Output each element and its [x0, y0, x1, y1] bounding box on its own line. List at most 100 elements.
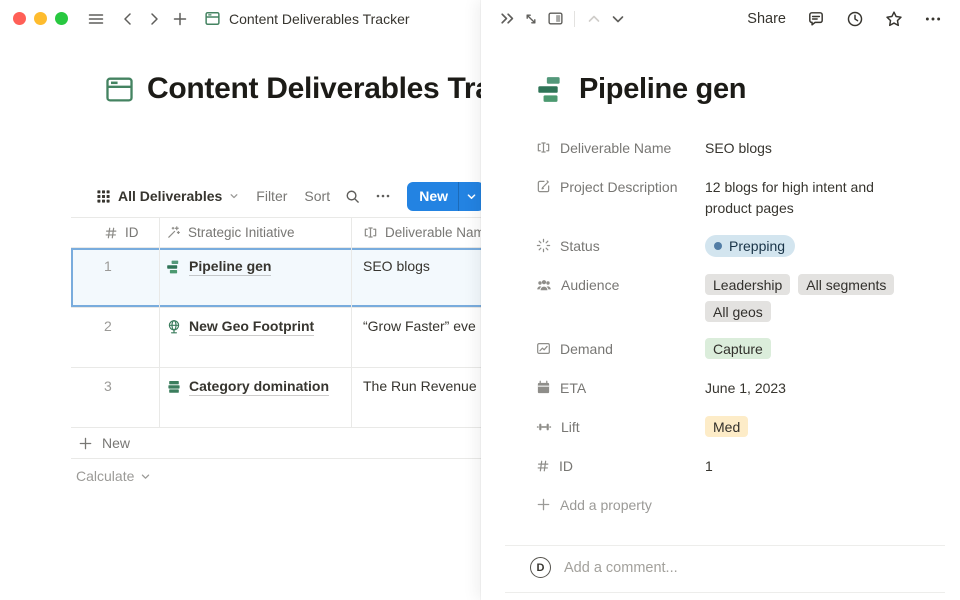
property-value[interactable]: SEO blogs: [705, 135, 772, 159]
property-row: ID 1: [536, 453, 930, 478]
pipeline-bars-icon[interactable]: [536, 74, 567, 105]
hash-icon: [104, 226, 118, 240]
lift-tag[interactable]: Med: [705, 416, 748, 437]
property-value[interactable]: 12 blogs for high intent and product pag…: [705, 174, 905, 219]
add-new-row-label: New: [102, 435, 130, 451]
new-record-label: New: [407, 182, 458, 211]
column-header-strategic-initiative[interactable]: Strategic Initiative: [160, 218, 352, 247]
add-property-label: Add a property: [560, 497, 652, 513]
traffic-lights: [13, 12, 68, 25]
page-link[interactable]: Pipeline gen: [189, 258, 271, 276]
close-window-button[interactable]: [13, 12, 26, 25]
comments-icon[interactable]: [807, 10, 825, 28]
titlebar: Content Deliverables Tracker: [0, 0, 480, 37]
app-window: Content Deliverables Tracker Content Del…: [0, 0, 960, 600]
new-tab-button[interactable]: [168, 7, 192, 31]
add-property-button[interactable]: Add a property: [536, 492, 930, 517]
property-value[interactable]: June 1, 2023: [705, 375, 786, 399]
audience-tag[interactable]: All segments: [798, 274, 894, 295]
record-title: Pipeline gen: [536, 73, 746, 106]
more-options-icon[interactable]: [924, 10, 942, 28]
property-eta[interactable]: ETA: [536, 375, 705, 400]
audience-tag[interactable]: All geos: [705, 301, 771, 322]
next-record-icon[interactable]: [606, 7, 630, 31]
property-row: Demand Capture: [536, 336, 930, 361]
updates-history-icon[interactable]: [846, 10, 864, 28]
page-link[interactable]: Category domination: [189, 378, 329, 396]
property-deliverable-name[interactable]: Deliverable Name: [536, 135, 705, 160]
cell-deliverable[interactable]: The Run Revenue S: [363, 378, 490, 394]
property-label: Demand: [560, 341, 613, 357]
page-table-icon-large[interactable]: [104, 74, 135, 105]
property-label: ID: [559, 458, 573, 474]
property-row: Project Description 12 blogs for high in…: [536, 174, 930, 219]
property-audience[interactable]: Audience: [536, 272, 705, 297]
text-property-icon: [363, 225, 378, 240]
expand-page-icon[interactable]: [519, 7, 543, 31]
column-label: ID: [125, 225, 139, 240]
property-row: Audience Leadership All segments All geo…: [536, 272, 930, 322]
comment-input[interactable]: Add a comment...: [564, 560, 678, 576]
favorite-star-icon[interactable]: [885, 10, 903, 28]
property-value[interactable]: 1: [705, 453, 713, 477]
property-list: Deliverable Name SEO blogs Project Descr…: [536, 135, 930, 531]
filter-button[interactable]: Filter: [256, 188, 287, 204]
cell-initiative[interactable]: New Geo Footprint: [160, 308, 352, 367]
view-name: All Deliverables: [118, 188, 222, 204]
cell-initiative[interactable]: Pipeline gen: [160, 248, 352, 307]
page-link[interactable]: New Geo Footprint: [189, 318, 314, 336]
calculate-button[interactable]: Calculate: [76, 468, 151, 484]
property-label: Lift: [561, 419, 580, 435]
status-label: Prepping: [729, 238, 785, 254]
pipeline-bars-icon: [166, 259, 182, 275]
more-options-icon[interactable]: [375, 188, 391, 204]
sort-button[interactable]: Sort: [304, 188, 330, 204]
plus-icon: [536, 497, 551, 512]
cell-id[interactable]: 2: [71, 308, 160, 367]
previous-record-icon[interactable]: [582, 7, 606, 31]
side-peek-mode-icon[interactable]: [543, 7, 567, 31]
side-peek-panel: Share Pipeline gen: [481, 0, 960, 600]
share-button[interactable]: Share: [747, 11, 786, 27]
column-header-id[interactable]: ID: [71, 218, 160, 247]
cell-id[interactable]: 3: [71, 368, 160, 427]
cell-deliverable[interactable]: SEO blogs: [363, 258, 430, 274]
minimize-window-button[interactable]: [34, 12, 47, 25]
view-toolbar: All Deliverables Filter Sort New: [96, 181, 484, 211]
property-status[interactable]: Status: [536, 233, 705, 258]
edit-pencil-icon: [536, 179, 551, 194]
column-label: Strategic Initiative: [188, 225, 295, 240]
property-lift[interactable]: Lift: [536, 414, 705, 439]
property-row: ETA June 1, 2023: [536, 375, 930, 400]
close-peek-icon[interactable]: [495, 7, 519, 31]
divider: [505, 592, 945, 593]
property-id[interactable]: ID: [536, 453, 705, 478]
property-row: Status Prepping: [536, 233, 930, 258]
new-record-button[interactable]: New: [407, 182, 484, 211]
chevron-down-icon: [229, 191, 239, 201]
record-title-text[interactable]: Pipeline gen: [579, 73, 746, 106]
search-icon[interactable]: [345, 189, 360, 204]
divider: [574, 11, 575, 27]
audience-tag[interactable]: Leadership: [705, 274, 790, 295]
forward-button[interactable]: [142, 7, 166, 31]
view-switcher[interactable]: All Deliverables: [96, 188, 239, 204]
calendar-icon: [536, 380, 551, 395]
sidebar-menu-icon[interactable]: [84, 7, 108, 31]
cell-id[interactable]: 1: [71, 248, 160, 307]
status-pill[interactable]: Prepping: [705, 235, 795, 257]
breadcrumb[interactable]: Content Deliverables Tracker: [229, 11, 410, 27]
back-button[interactable]: [116, 7, 140, 31]
table-view-icon: [96, 189, 111, 204]
property-demand[interactable]: Demand: [536, 336, 705, 361]
zoom-window-button[interactable]: [55, 12, 68, 25]
cell-initiative[interactable]: Category domination: [160, 368, 352, 427]
text-property-icon: [536, 140, 551, 155]
property-project-description[interactable]: Project Description: [536, 174, 705, 199]
comment-row: D Add a comment...: [530, 557, 678, 578]
demand-tag[interactable]: Capture: [705, 338, 771, 359]
cell-deliverable[interactable]: “Grow Faster” eve: [363, 318, 476, 334]
divider: [505, 545, 945, 546]
property-label: Status: [560, 238, 600, 254]
page-table-icon: [204, 10, 221, 27]
